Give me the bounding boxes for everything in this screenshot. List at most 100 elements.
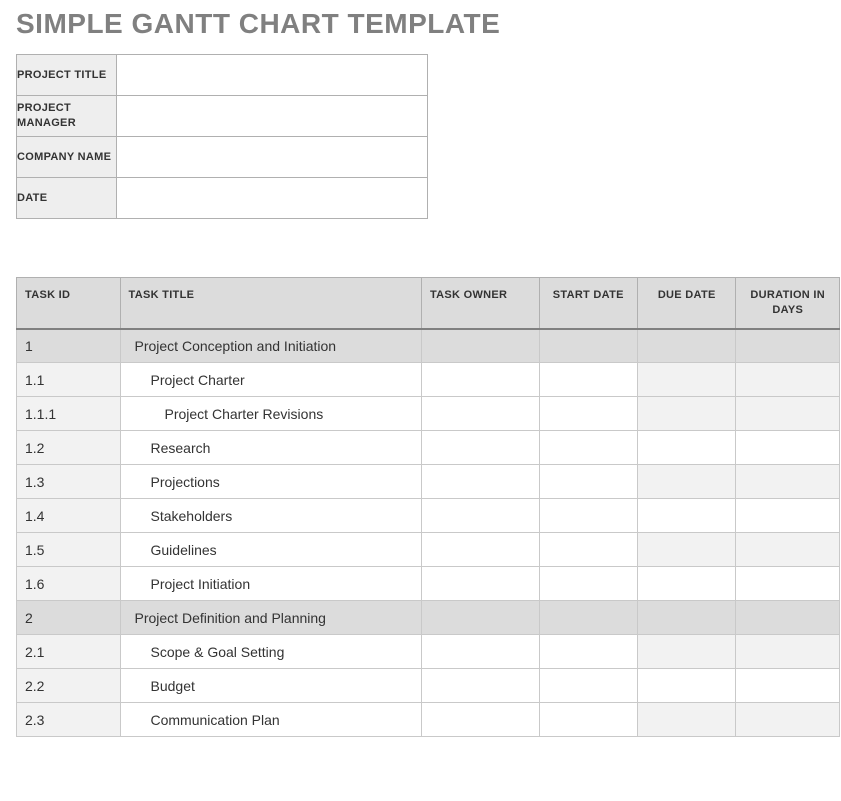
task-due-cell[interactable] bbox=[638, 433, 735, 463]
task-id-cell[interactable]: 2.2 bbox=[17, 671, 120, 701]
task-dur-cell[interactable] bbox=[736, 365, 839, 395]
task-id-cell[interactable]: 1.3 bbox=[17, 467, 120, 497]
task-title-cell[interactable]: Project Charter bbox=[121, 365, 421, 395]
task-header-row: TASK ID TASK TITLE TASK OWNER START DATE… bbox=[17, 278, 840, 329]
info-value-input[interactable] bbox=[117, 96, 427, 136]
task-id-cell[interactable]: 1.1.1 bbox=[17, 399, 120, 429]
task-id-cell[interactable]: 1.2 bbox=[17, 433, 120, 463]
task-due-cell[interactable] bbox=[638, 399, 735, 429]
task-title-cell[interactable]: Communication Plan bbox=[121, 705, 421, 735]
task-due-cell[interactable] bbox=[638, 603, 735, 633]
task-due-cell[interactable] bbox=[638, 331, 735, 361]
task-due-cell[interactable] bbox=[638, 467, 735, 497]
col-header-start: START DATE bbox=[539, 278, 637, 329]
task-id-cell[interactable]: 1 bbox=[17, 331, 120, 361]
task-title-cell[interactable]: Scope & Goal Setting bbox=[121, 637, 421, 667]
task-id-cell[interactable]: 2.3 bbox=[17, 705, 120, 735]
task-dur-cell[interactable] bbox=[736, 331, 839, 361]
col-header-dur: DURATION IN DAYS bbox=[736, 278, 840, 329]
task-title-cell[interactable]: Research bbox=[121, 433, 421, 463]
task-id-cell[interactable]: 1.5 bbox=[17, 535, 120, 565]
task-owner-cell[interactable] bbox=[422, 365, 539, 395]
task-title-cell[interactable]: Stakeholders bbox=[121, 501, 421, 531]
page-title: SIMPLE GANTT CHART TEMPLATE bbox=[16, 8, 827, 40]
task-owner-cell[interactable] bbox=[422, 569, 539, 599]
info-row: PROJECT MANAGER bbox=[17, 96, 428, 137]
info-row: COMPANY NAME bbox=[17, 137, 428, 178]
task-id-cell[interactable]: 2 bbox=[17, 603, 120, 633]
task-start-cell[interactable] bbox=[540, 705, 637, 735]
project-info-table: PROJECT TITLEPROJECT MANAGERCOMPANY NAME… bbox=[16, 54, 428, 219]
task-dur-cell[interactable] bbox=[736, 535, 839, 565]
task-dur-cell[interactable] bbox=[736, 671, 839, 701]
task-owner-cell[interactable] bbox=[422, 535, 539, 565]
task-dur-cell[interactable] bbox=[736, 705, 839, 735]
task-owner-cell[interactable] bbox=[422, 399, 539, 429]
info-label: DATE bbox=[17, 178, 117, 219]
task-due-cell[interactable] bbox=[638, 501, 735, 531]
task-due-cell[interactable] bbox=[638, 569, 735, 599]
task-section-row: 1Project Conception and Initiation bbox=[17, 329, 840, 363]
task-owner-cell[interactable] bbox=[422, 705, 539, 735]
task-title-cell[interactable]: Projections bbox=[121, 467, 421, 497]
task-row: 2.2Budget bbox=[17, 669, 840, 703]
task-row: 1.5Guidelines bbox=[17, 533, 840, 567]
task-start-cell[interactable] bbox=[540, 569, 637, 599]
task-start-cell[interactable] bbox=[540, 535, 637, 565]
col-header-owner: TASK OWNER bbox=[421, 278, 539, 329]
task-dur-cell[interactable] bbox=[736, 569, 839, 599]
task-title-cell[interactable]: Project Charter Revisions bbox=[121, 399, 421, 429]
task-dur-cell[interactable] bbox=[736, 399, 839, 429]
task-start-cell[interactable] bbox=[540, 637, 637, 667]
task-start-cell[interactable] bbox=[540, 433, 637, 463]
task-start-cell[interactable] bbox=[540, 671, 637, 701]
task-due-cell[interactable] bbox=[638, 671, 735, 701]
info-row: DATE bbox=[17, 178, 428, 219]
task-start-cell[interactable] bbox=[540, 365, 637, 395]
task-owner-cell[interactable] bbox=[422, 671, 539, 701]
task-dur-cell[interactable] bbox=[736, 603, 839, 633]
task-owner-cell[interactable] bbox=[422, 331, 539, 361]
task-due-cell[interactable] bbox=[638, 637, 735, 667]
task-section-row: 2Project Definition and Planning bbox=[17, 601, 840, 635]
task-owner-cell[interactable] bbox=[422, 501, 539, 531]
task-id-cell[interactable]: 1.6 bbox=[17, 569, 120, 599]
task-row: 1.2Research bbox=[17, 431, 840, 465]
col-header-id: TASK ID bbox=[17, 278, 121, 329]
info-value-input[interactable] bbox=[117, 55, 427, 95]
task-start-cell[interactable] bbox=[540, 501, 637, 531]
task-table: TASK ID TASK TITLE TASK OWNER START DATE… bbox=[16, 277, 840, 737]
task-due-cell[interactable] bbox=[638, 535, 735, 565]
task-start-cell[interactable] bbox=[540, 467, 637, 497]
task-dur-cell[interactable] bbox=[736, 467, 839, 497]
info-label: PROJECT TITLE bbox=[17, 55, 117, 96]
task-due-cell[interactable] bbox=[638, 365, 735, 395]
task-start-cell[interactable] bbox=[540, 331, 637, 361]
task-id-cell[interactable]: 1.1 bbox=[17, 365, 120, 395]
task-owner-cell[interactable] bbox=[422, 603, 539, 633]
info-row: PROJECT TITLE bbox=[17, 55, 428, 96]
task-dur-cell[interactable] bbox=[736, 637, 839, 667]
task-id-cell[interactable]: 2.1 bbox=[17, 637, 120, 667]
task-row: 1.1Project Charter bbox=[17, 363, 840, 397]
task-owner-cell[interactable] bbox=[422, 467, 539, 497]
task-title-cell[interactable]: Budget bbox=[121, 671, 421, 701]
task-title-cell[interactable]: Guidelines bbox=[121, 535, 421, 565]
task-title-cell[interactable]: Project Conception and Initiation bbox=[121, 331, 421, 361]
task-start-cell[interactable] bbox=[540, 603, 637, 633]
task-owner-cell[interactable] bbox=[422, 433, 539, 463]
info-label: PROJECT MANAGER bbox=[17, 96, 117, 137]
task-dur-cell[interactable] bbox=[736, 433, 839, 463]
task-due-cell[interactable] bbox=[638, 705, 735, 735]
task-owner-cell[interactable] bbox=[422, 637, 539, 667]
col-header-due: DUE DATE bbox=[637, 278, 735, 329]
task-start-cell[interactable] bbox=[540, 399, 637, 429]
task-id-cell[interactable]: 1.4 bbox=[17, 501, 120, 531]
info-value-input[interactable] bbox=[117, 137, 427, 177]
task-dur-cell[interactable] bbox=[736, 501, 839, 531]
task-row: 1.6Project Initiation bbox=[17, 567, 840, 601]
task-title-cell[interactable]: Project Initiation bbox=[121, 569, 421, 599]
info-value-input[interactable] bbox=[117, 178, 427, 218]
task-row: 2.3Communication Plan bbox=[17, 703, 840, 737]
task-title-cell[interactable]: Project Definition and Planning bbox=[121, 603, 421, 633]
